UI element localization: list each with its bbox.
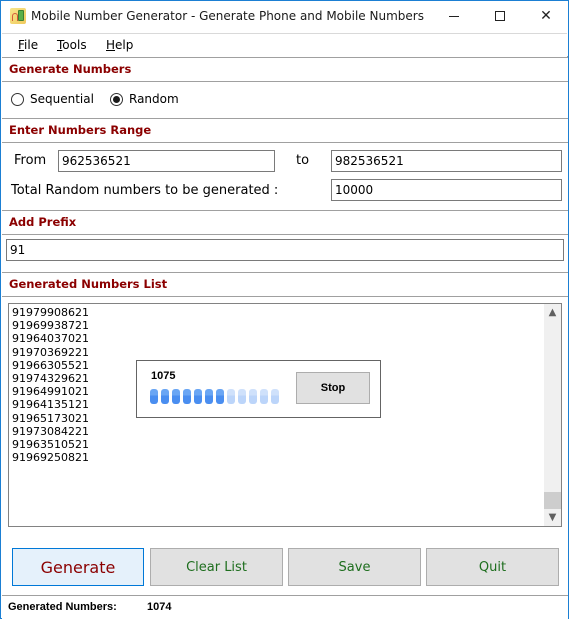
app-phone-icon xyxy=(10,8,26,24)
app-window: Mobile Number Generator - Generate Phone… xyxy=(0,0,569,619)
progress-segment xyxy=(183,389,191,404)
scroll-up-icon[interactable]: ▲ xyxy=(544,304,561,321)
progress-segment xyxy=(249,389,257,404)
progress-segment xyxy=(150,389,158,404)
from-label: From xyxy=(14,153,47,168)
progress-segment xyxy=(161,389,169,404)
total-input[interactable] xyxy=(331,179,562,201)
generate-section-title: Generate Numbers xyxy=(9,62,132,76)
generate-section-header: Generate Numbers xyxy=(2,57,568,81)
to-label: to xyxy=(296,153,310,168)
progress-segment xyxy=(216,389,224,404)
generate-button[interactable]: Generate xyxy=(12,548,144,586)
list-item[interactable]: 91979908621 xyxy=(12,306,89,319)
progress-bar xyxy=(150,389,279,404)
list-item[interactable]: 91974329621 xyxy=(12,372,89,385)
scroll-down-icon[interactable]: ▼ xyxy=(544,509,561,526)
list-item[interactable]: 91964135121 xyxy=(12,398,89,411)
menu-bar: File Tools Help xyxy=(2,33,567,56)
menu-file[interactable]: File xyxy=(18,38,38,52)
radio-sequential-circle[interactable] xyxy=(11,92,24,106)
menu-help[interactable]: Help xyxy=(106,38,133,52)
maximize-icon xyxy=(495,11,505,21)
list-item[interactable]: 91973084221 xyxy=(12,425,89,438)
progress-segment xyxy=(172,389,180,404)
progress-segment xyxy=(227,389,235,404)
range-section-header: Enter Numbers Range xyxy=(2,118,568,142)
radio-random-circle[interactable] xyxy=(110,92,123,106)
list-item[interactable]: 91966305521 xyxy=(12,359,89,372)
list-item[interactable]: 91963510521 xyxy=(12,438,89,451)
range-section-title: Enter Numbers Range xyxy=(9,123,152,137)
list-item[interactable]: 91969250821 xyxy=(12,451,89,464)
scroll-thumb[interactable] xyxy=(544,492,561,509)
save-button[interactable]: Save xyxy=(288,548,421,586)
close-icon: ✕ xyxy=(540,8,552,24)
list-scrollbar[interactable]: ▲ ▼ xyxy=(544,304,561,526)
list-item[interactable]: 91969938721 xyxy=(12,319,89,332)
status-label: Generated Numbers: xyxy=(8,601,117,613)
status-count: 1074 xyxy=(147,601,172,613)
list-items: 91979908621 91969938721 91964037021 9197036… xyxy=(12,306,89,464)
list-section-header: Generated Numbers List xyxy=(2,272,568,296)
list-item[interactable]: 91964991021 xyxy=(12,385,89,398)
title-bar[interactable]: Mobile Number Generator - Generate Phone… xyxy=(1,1,568,32)
progress-segment xyxy=(205,389,213,404)
list-item[interactable]: 91964037021 xyxy=(12,332,89,345)
menu-tools-label: ools xyxy=(62,38,87,52)
prefix-section-header: Add Prefix xyxy=(2,210,568,234)
menu-help-accel: H xyxy=(106,38,116,52)
from-input[interactable] xyxy=(58,150,275,172)
list-item[interactable]: 91965173021 xyxy=(12,412,89,425)
prefix-section-title: Add Prefix xyxy=(9,215,77,229)
close-button[interactable]: ✕ xyxy=(523,1,569,31)
progress-dialog: 1075 Stop xyxy=(136,360,381,418)
menu-tools[interactable]: Tools xyxy=(57,38,87,52)
progress-segment xyxy=(238,389,246,404)
status-bar: Generated Numbers: 1074 xyxy=(2,595,568,619)
progress-count: 1075 xyxy=(151,370,176,382)
prefix-input[interactable] xyxy=(6,239,564,261)
menu-file-label: ile xyxy=(24,38,39,52)
quit-button[interactable]: Quit xyxy=(426,548,559,586)
total-label: Total Random numbers to be generated : xyxy=(11,183,279,198)
minimize-icon xyxy=(449,15,459,17)
stop-button[interactable]: Stop xyxy=(296,372,370,404)
radio-random-label: Random xyxy=(129,92,179,106)
clear-list-button[interactable]: Clear List xyxy=(150,548,283,586)
window-title: Mobile Number Generator - Generate Phone… xyxy=(31,9,424,23)
minimize-button[interactable] xyxy=(431,1,477,31)
progress-segment xyxy=(194,389,202,404)
progress-segment xyxy=(260,389,268,404)
radio-sequential[interactable]: Sequential xyxy=(11,92,94,106)
radio-random[interactable]: Random xyxy=(110,92,179,106)
progress-segment xyxy=(271,389,279,404)
maximize-button[interactable] xyxy=(477,1,523,31)
to-input[interactable] xyxy=(331,150,562,172)
list-item[interactable]: 91970369221 xyxy=(12,346,89,359)
list-section-title: Generated Numbers List xyxy=(9,277,168,291)
menu-help-label: elp xyxy=(115,38,134,52)
radio-sequential-label: Sequential xyxy=(30,92,94,106)
